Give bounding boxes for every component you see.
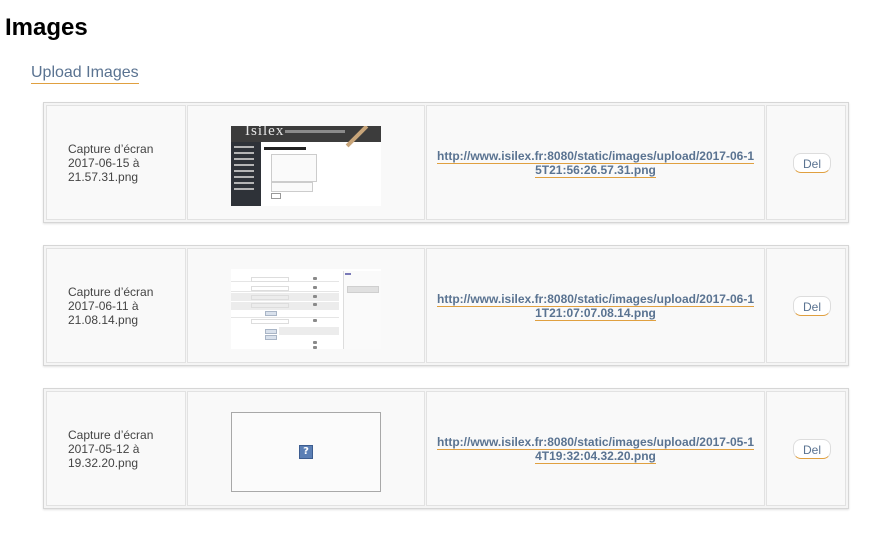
thumbnail-dot xyxy=(313,277,317,280)
thumbnail-field xyxy=(251,319,289,324)
image-thumbnail-cell: Isilex xyxy=(187,105,425,220)
image-row: Capture d’écran 2017-05-12 à 19.32.20.pn… xyxy=(43,388,849,509)
thumbnail-panel-text xyxy=(345,273,351,275)
image-url-cell: http://www.isilex.fr:8080/static/images/… xyxy=(426,105,765,220)
image-url-text: http://www.isilex.fr:8080/static/images/… xyxy=(437,434,754,464)
image-url-link[interactable]: http://www.isilex.fr:8080/static/images/… xyxy=(437,291,754,321)
thumbnail-dot xyxy=(313,341,317,344)
thumbnail-side-panel xyxy=(343,271,381,349)
image-name-cell: Capture d’écran 2017-06-15 à 21.57.31.pn… xyxy=(46,105,186,220)
delete-button[interactable]: Del xyxy=(793,152,831,173)
thumbnail-field xyxy=(251,277,289,282)
thumbnail-dot xyxy=(313,346,317,349)
thumbnail-logo-text: Isilex xyxy=(245,126,285,139)
thumbnail-dot xyxy=(313,286,317,289)
image-name-cell: Capture d’écran 2017-05-12 à 19.32.20.pn… xyxy=(46,391,186,506)
thumbnail-button xyxy=(271,193,281,199)
image-thumbnail-broken[interactable]: ? xyxy=(231,412,381,492)
image-thumbnail-cell: ? xyxy=(187,391,425,506)
image-file-name: Capture d’écran 2017-06-15 à 21.57.31.pn… xyxy=(68,141,154,184)
thumbnail-dot xyxy=(313,319,317,322)
thumbnail-code-box xyxy=(271,154,317,182)
image-delete-cell: Del xyxy=(766,248,846,363)
image-url-cell: http://www.isilex.fr:8080/static/images/… xyxy=(426,248,765,363)
image-delete-cell: Del xyxy=(766,105,846,220)
image-row: Capture d’écran 2017-06-11 à 21.08.14.pn… xyxy=(43,245,849,366)
thumbnail-code-box xyxy=(271,182,313,192)
thumbnail-panel-button xyxy=(347,286,379,293)
image-file-name: Capture d’écran 2017-05-12 à 19.32.20.pn… xyxy=(68,427,154,470)
thumbnail-heading xyxy=(264,147,306,150)
thumbnail-shaded-row xyxy=(279,327,339,335)
image-thumbnail[interactable] xyxy=(231,269,381,349)
thumbnail-field xyxy=(251,303,289,308)
image-name-cell: Capture d’écran 2017-06-11 à 21.08.14.pn… xyxy=(46,248,186,363)
thumbnail-small-button xyxy=(265,311,277,316)
thumbnail-small-button xyxy=(265,335,277,340)
broken-image-icon: ? xyxy=(299,445,313,459)
thumbnail-divider xyxy=(231,317,339,318)
thumbnail-tagline xyxy=(285,130,345,133)
delete-button[interactable]: Del xyxy=(793,295,831,316)
thumbnail-divider xyxy=(231,291,339,292)
image-url-cell: http://www.isilex.fr:8080/static/images/… xyxy=(426,391,765,506)
image-delete-cell: Del xyxy=(766,391,846,506)
image-row: Capture d’écran 2017-06-15 à 21.57.31.pn… xyxy=(43,102,849,223)
thumbnail-field xyxy=(251,295,289,300)
delete-button[interactable]: Del xyxy=(793,438,831,459)
image-file-name: Capture d’écran 2017-06-11 à 21.08.14.pn… xyxy=(68,284,154,327)
image-url-link[interactable]: http://www.isilex.fr:8080/static/images/… xyxy=(437,148,754,178)
thumbnail-dot xyxy=(313,303,317,306)
page-title: Images xyxy=(5,14,88,41)
thumbnail-field xyxy=(251,286,289,291)
thumbnail-dot xyxy=(313,295,317,298)
image-thumbnail[interactable]: Isilex xyxy=(231,126,381,206)
thumbnail-sidebar xyxy=(231,142,261,206)
images-page: Images Upload Images Capture d’écran 201… xyxy=(0,0,887,544)
image-url-text: http://www.isilex.fr:8080/static/images/… xyxy=(437,148,754,178)
image-url-link[interactable]: http://www.isilex.fr:8080/static/images/… xyxy=(437,434,754,464)
image-url-text: http://www.isilex.fr:8080/static/images/… xyxy=(437,291,754,321)
image-thumbnail-cell xyxy=(187,248,425,363)
upload-images-link[interactable]: Upload Images xyxy=(31,64,139,84)
thumbnail-form xyxy=(231,271,339,349)
thumbnail-small-button xyxy=(265,329,277,334)
